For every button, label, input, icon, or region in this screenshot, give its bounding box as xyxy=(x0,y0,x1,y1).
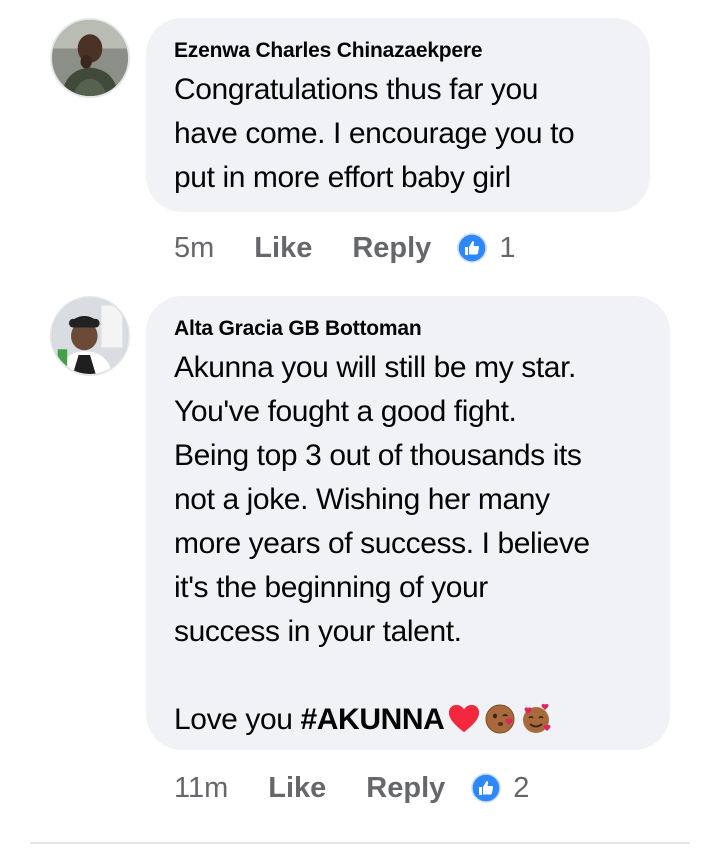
reply-button[interactable]: Reply xyxy=(366,772,445,805)
comment-line: not a joke. Wishing her many xyxy=(174,483,550,516)
red-heart-icon xyxy=(449,705,480,732)
profile-photo-icon xyxy=(52,298,128,374)
like-thumbs-up-icon[interactable] xyxy=(471,773,502,803)
comment-line: it's the beginning of your xyxy=(174,571,488,604)
comment-actions: 11m Like Reply 2 xyxy=(174,768,529,808)
reaction-count[interactable]: 2 xyxy=(513,772,529,805)
comment-closing-line: Love you #AKUNNA xyxy=(174,698,642,742)
comment-line: put in more effort baby girl xyxy=(174,161,511,194)
line-break xyxy=(174,654,642,698)
like-button[interactable]: Like xyxy=(254,232,312,265)
like-button[interactable]: Like xyxy=(268,772,326,805)
hashtag-link[interactable]: #AKUNNA xyxy=(301,703,445,736)
profile-photo-icon xyxy=(52,20,128,96)
like-thumbs-up-icon[interactable] xyxy=(457,233,488,263)
comment-actions: 5m Like Reply 1 xyxy=(174,228,515,268)
closing-text: Love you xyxy=(174,703,301,736)
comment-timestamp[interactable]: 5m xyxy=(174,232,214,265)
comment-text: Congratulations thus far you have come. … xyxy=(174,68,622,200)
comment-line: Being top 3 out of thousands its xyxy=(174,439,582,472)
comment-bubble: Alta Gracia GB Bottoman Akunna you will … xyxy=(146,296,670,750)
comment-author[interactable]: Alta Gracia GB Bottoman xyxy=(174,316,642,342)
kissing-face-icon xyxy=(485,704,515,734)
reply-button[interactable]: Reply xyxy=(352,232,431,265)
divider xyxy=(30,842,690,844)
comment-line: Akunna you will still be my star. xyxy=(174,351,576,384)
comment-line: have come. I encourage you to xyxy=(174,117,575,150)
comment-author[interactable]: Ezenwa Charles Chinazaekpere xyxy=(174,38,622,64)
comment-line: success in your talent. xyxy=(174,615,462,648)
avatar[interactable] xyxy=(50,296,130,376)
avatar[interactable] xyxy=(50,18,130,98)
comment-line: Congratulations thus far you xyxy=(174,73,539,106)
comment-timestamp[interactable]: 11m xyxy=(174,772,228,805)
comment-line: You've fought a good fight. xyxy=(174,395,517,428)
reaction-count[interactable]: 1 xyxy=(499,232,515,265)
comment-text: Akunna you will still be my star. You've… xyxy=(174,346,642,742)
smiling-face-with-hearts-icon xyxy=(523,703,551,733)
comment-line: more years of success. I believe xyxy=(174,527,590,560)
comment-bubble: Ezenwa Charles Chinazaekpere Congratulat… xyxy=(146,18,650,212)
